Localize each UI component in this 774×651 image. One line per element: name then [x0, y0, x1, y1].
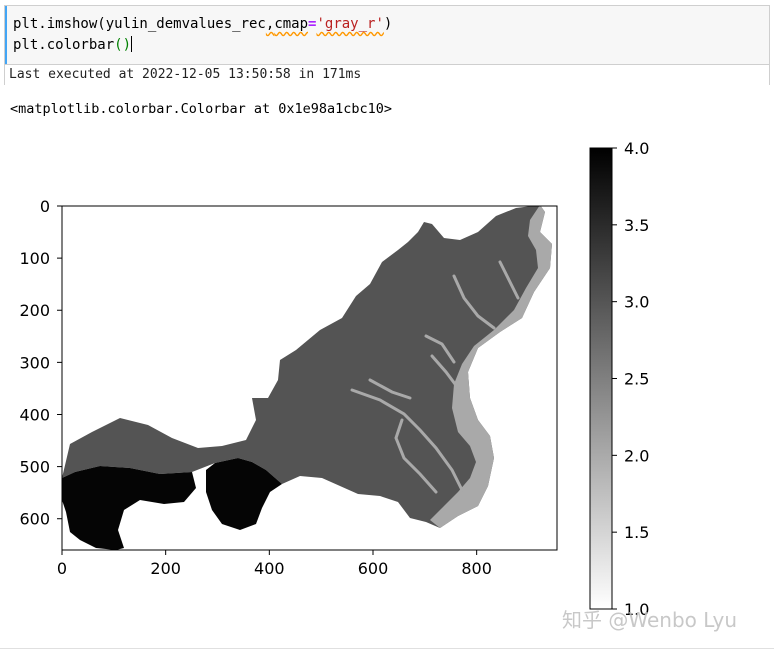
y-tick-label: 100 [19, 249, 50, 268]
x-tick-label: 200 [150, 559, 181, 578]
y-tick-label: 600 [19, 510, 50, 529]
colorbar-tick-label: 3.0 [624, 293, 649, 312]
notebook-page: plt.imshow(yulin_demvalues_rec,cmap='gra… [0, 0, 774, 651]
figure-canvas: 0 200 400 600 800 0100200300400500600 1.01.5… [19, 139, 649, 619]
x-tick-label: 0 [57, 559, 67, 578]
y-tick-label: 500 [19, 458, 50, 477]
colorbar-tick-label: 2.0 [624, 446, 649, 465]
colorbar: 1.01.52.02.53.03.54.0 [589, 139, 649, 619]
y-tick-label: 400 [19, 405, 50, 424]
y-tick-label: 300 [19, 353, 50, 372]
y-tick-label: 0 [40, 197, 50, 216]
x-tick-label: 800 [461, 559, 492, 578]
colorbar-tick-label: 1.5 [624, 523, 649, 542]
divider [0, 648, 774, 649]
colorbar-tick-label: 4.0 [624, 139, 649, 158]
x-axis: 0 200 400 600 800 [57, 550, 492, 578]
y-tick-label: 200 [19, 301, 50, 320]
colorbar-tick-label: 2.5 [624, 370, 649, 389]
colorbar-tick-label: 3.5 [624, 216, 649, 235]
colorbar-gradient [590, 148, 612, 609]
y-axis: 0 100 200 300 400 500 600 [19, 197, 62, 529]
image-axes: 0 200 400 600 800 0 100 200 300 400 500 600 [19, 197, 558, 578]
colorbar-axis: 1.01.52.02.53.03.54.0 [612, 139, 649, 619]
x-tick-label: 600 [358, 559, 389, 578]
watermark: 知乎 @Wenbo Lyu [562, 608, 738, 632]
x-tick-label: 400 [254, 559, 285, 578]
